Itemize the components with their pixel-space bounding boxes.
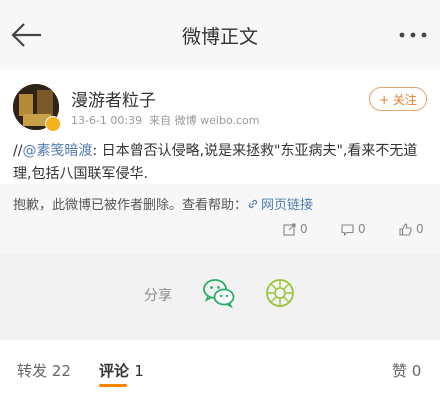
- link-icon: [248, 199, 258, 209]
- thumbs-up-icon: [399, 223, 412, 236]
- top-bar: 微博正文: [0, 0, 440, 70]
- follow-button[interactable]: + 关注: [369, 87, 427, 111]
- tab-reposts[interactable]: 转发 22: [17, 360, 71, 381]
- post-time: 13-6-1 00:39: [71, 114, 143, 127]
- tab-comments-count: 1: [134, 362, 144, 380]
- active-tab-indicator: [99, 384, 127, 387]
- tab-reposts-count: 22: [51, 362, 71, 380]
- deleted-notice: 抱歉，此微博已被作者删除。查看帮助： 网页链接: [13, 194, 313, 213]
- interaction-tabs: 转发 22 评论 1 赞 0: [0, 340, 440, 404]
- page-title: 微博正文: [181, 26, 258, 48]
- help-link-label: 网页链接: [261, 198, 314, 213]
- tab-reposts-label: 转发: [17, 362, 48, 380]
- tab-comments-label: 评论: [99, 362, 130, 380]
- share-label: 分享: [144, 288, 172, 304]
- post-text: //@素笺暗渡: 日本曾否认侵略,说是来拯救"东亚病夫",看来不无道理,包括八国…: [13, 140, 429, 186]
- original-actions: 0 0 0: [283, 221, 427, 239]
- repost-icon: [283, 223, 296, 236]
- mention-link[interactable]: @素笺暗渡: [22, 143, 92, 159]
- post-meta: 13-6-1 00:39 来自 微博 weibo.com: [71, 112, 259, 128]
- share-row: 分享: [0, 253, 440, 340]
- source-prefix: 来自: [149, 114, 172, 127]
- tab-likes-count: 0: [411, 362, 422, 380]
- comment-icon: [341, 224, 354, 236]
- moments-icon[interactable]: [264, 277, 296, 309]
- wechat-icon[interactable]: [203, 278, 235, 308]
- deleted-notice-text: 抱歉，此微博已被作者删除。查看帮助：: [13, 198, 248, 213]
- original-comment-count: 0: [358, 222, 366, 236]
- original-repost-count: 0: [300, 222, 308, 236]
- post-card: 漫游者粒子 13-6-1 00:39 来自 微博 weibo.com + 关注 …: [0, 70, 440, 253]
- original-like-count: 0: [416, 222, 424, 236]
- tab-likes-label: 赞: [392, 362, 408, 380]
- more-options-icon[interactable]: [398, 30, 428, 40]
- tab-likes[interactable]: 赞 0: [392, 360, 421, 381]
- verified-badge-icon: [45, 116, 61, 132]
- help-link[interactable]: 网页链接: [247, 198, 313, 213]
- post-source: 微博 weibo.com: [174, 114, 260, 127]
- tab-comments[interactable]: 评论 1: [99, 360, 144, 381]
- deleted-original-box: 抱歉，此微博已被作者删除。查看帮助： 网页链接 0 0 0: [0, 184, 440, 253]
- user-name[interactable]: 漫游者粒子: [71, 86, 156, 111]
